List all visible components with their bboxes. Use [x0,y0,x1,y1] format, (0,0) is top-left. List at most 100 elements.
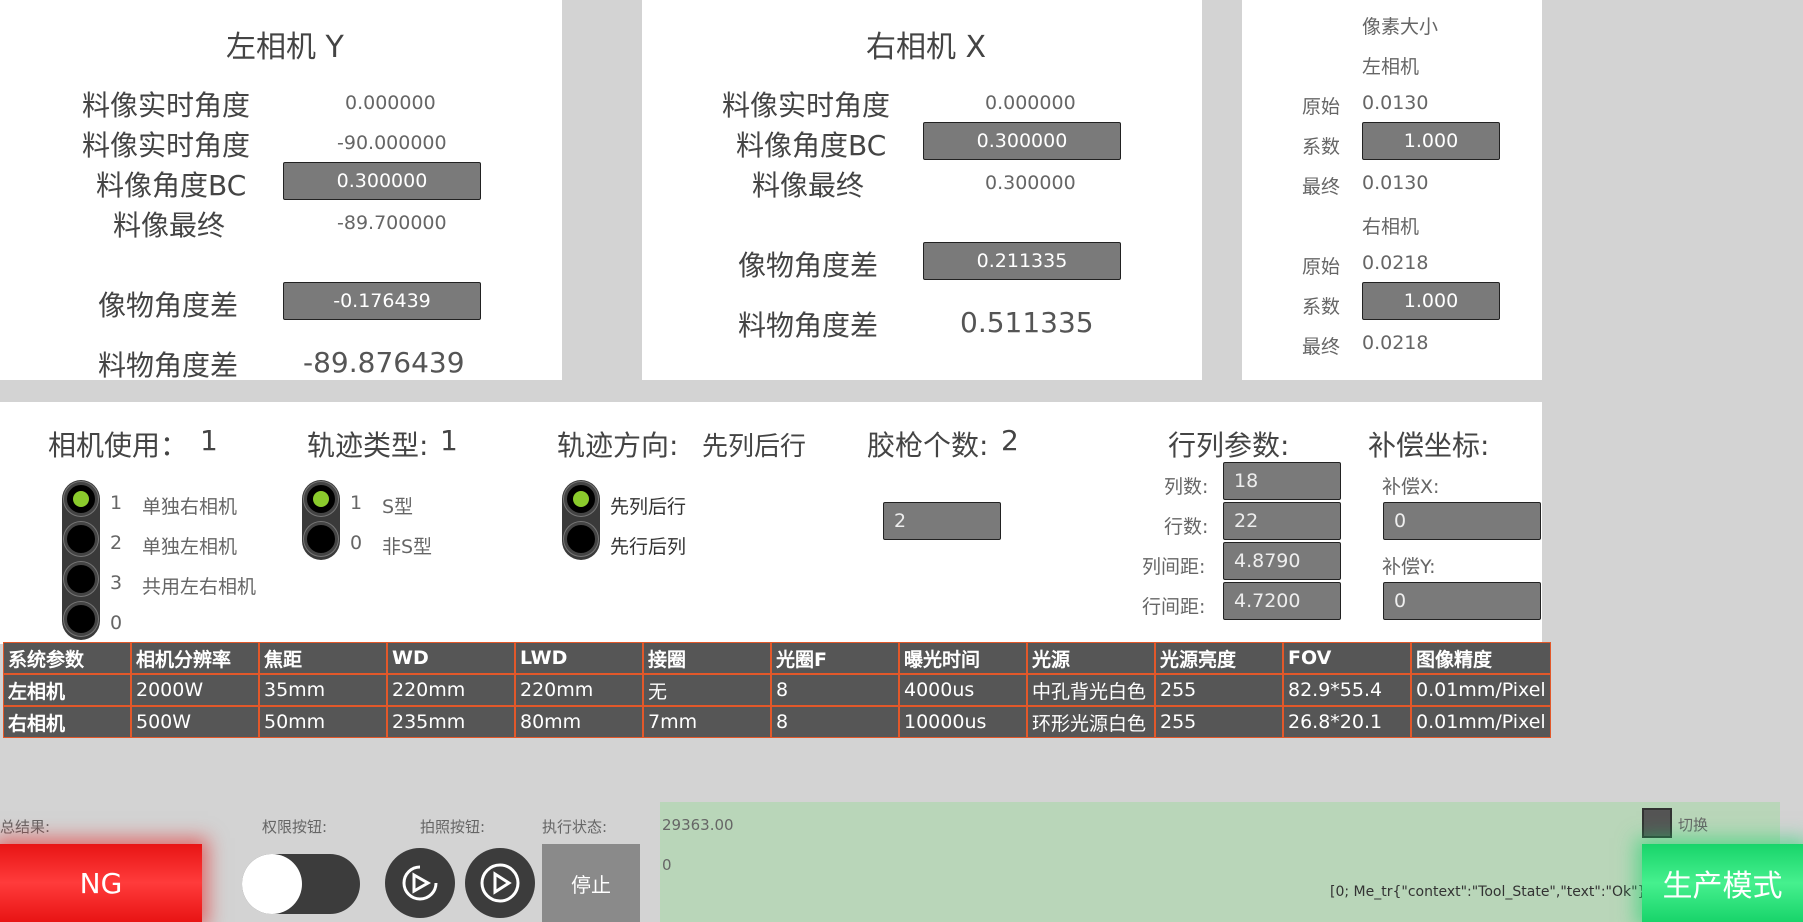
left-angle-bc-input[interactable]: 0.300000 [283,162,481,200]
rows-label: 行数: [1164,516,1209,538]
gun-count-value: 2 [1001,424,1019,457]
table-cell: 4000us [899,674,1027,706]
pixel-size-panel: 像素大小 左相机 原始 0.0130 系数 1.000 最终 0.0130 右相… [1242,0,1542,380]
table-header-cell: 光源 [1027,642,1155,674]
table-row: 右相机 500W 50mm 235mm 80mm 7mm 8 10000us 环形光源白色 255… [3,706,1551,738]
cols-input[interactable]: 18 [1223,462,1341,500]
pixel-right-coef-input[interactable]: 1.000 [1362,282,1500,320]
log-value-1: 29363.00 [662,816,734,834]
table-cell: 220mm [387,674,515,706]
permission-toggle[interactable] [242,854,360,914]
rowcol-title: 行列参数: [1168,429,1290,462]
table-header-cell: LWD [515,642,643,674]
table-cell: 80mm [515,706,643,738]
table-cell: 0.01mm/Pixel [1411,674,1551,706]
table-cell: 50mm [259,706,387,738]
track-dir-value: 先列后行 [702,432,807,462]
perm-label: 权限按钮: [262,818,328,836]
table-header-cell: 接圈 [643,642,771,674]
right-diff-label: 像物角度差 [738,249,879,282]
track-opt-0-text: 非S型 [382,536,433,558]
table-cell: 26.8*20.1 [1283,706,1411,738]
pixel-left-coef-label: 系数 [1302,136,1341,158]
track-dir-label: 轨迹方向: [557,429,679,462]
table-cell: 220mm [515,674,643,706]
result-indicator: NG [0,844,202,922]
table-row: 左相机 2000W 35mm 220mm 220mm 无 8 4000us 中孔背光白色 255 8… [3,674,1551,706]
switch-checkbox[interactable] [1642,808,1672,838]
track-opt-1-text: S型 [382,496,414,518]
camera-opt-3-text: 共用左右相机 [142,576,257,598]
log-message: [0; Me_tr{"context":"Tool_State","text":… [1330,884,1652,900]
log-value-2: 0 [662,856,672,874]
comp-y-label: 补偿Y: [1382,556,1436,578]
table-header-cell: 系统参数 [3,642,131,674]
right-final-label: 料物角度差 [738,309,879,342]
col-gap-input[interactable]: 4.8790 [1223,542,1341,580]
camera-opt-3-num: 3 [110,572,123,594]
table-cell: 环形光源白色 [1027,706,1155,738]
track-opt-0-num: 0 [350,532,363,554]
pixel-left-final-value: 0.0130 [1362,172,1429,194]
table-cell: 500W [131,706,259,738]
table-cell: 7mm [643,706,771,738]
camera-radio-1[interactable] [64,482,98,516]
pixel-left-final-label: 最终 [1302,176,1341,198]
table-header-cell: 光圈F [771,642,899,674]
right-angle-bc-input[interactable]: 0.300000 [923,122,1121,160]
dir-radio-0[interactable] [564,482,598,516]
track-radio-1[interactable] [304,482,338,516]
camera-radio-2[interactable] [64,522,98,556]
right-row-0-label: 料像实时角度 [722,89,891,122]
comp-x-label: 补偿X: [1382,476,1440,498]
table-cell: 255 [1155,706,1283,738]
pixel-right-title: 右相机 [1362,216,1420,238]
continuous-shot-button[interactable] [465,848,535,918]
table-cell: 0.01mm/Pixel [1411,706,1551,738]
gun-count-input[interactable]: 2 [883,502,1001,540]
table-header-cell: 焦距 [259,642,387,674]
table-header-row: 系统参数 相机分辨率 焦距 WD LWD 接圈 光圈F 曝光时间 光源 光源亮度 FOV 图像精度 [3,642,1551,674]
right-row-1-label: 料像角度BC [736,129,887,162]
right-row-0-value: 0.000000 [985,92,1076,114]
play-loop-icon [480,863,520,903]
table-header-cell: FOV [1283,642,1411,674]
camera-opt-1-text: 单独右相机 [142,496,238,518]
table-cell: 左相机 [3,674,131,706]
comp-y-input[interactable]: 0 [1383,582,1541,620]
single-shot-button[interactable] [385,848,455,918]
toggle-knob [242,854,302,914]
dir-radio-1[interactable] [564,522,598,556]
table-cell: 255 [1155,674,1283,706]
gun-count-label: 胶枪个数: [867,429,989,462]
camera-radio-3[interactable] [64,562,98,596]
dir-opt-1-text: 先行后列 [610,536,687,558]
pixel-title: 像素大小 [1362,16,1439,38]
right-diff-input[interactable]: 0.211335 [923,242,1121,280]
pixel-left-coef-input[interactable]: 1.000 [1362,122,1500,160]
camera-opt-1-num: 1 [110,492,123,514]
track-type-value: 1 [440,424,458,457]
stop-button[interactable]: 停止 [542,844,640,922]
bottom-bar: 总结果: NG 权限按钮: 拍照按钮: 执行状态: 停止 29363.00 0 … [0,802,1803,922]
rows-input[interactable]: 22 [1223,502,1341,540]
pixel-left-raw-label: 原始 [1302,96,1341,118]
table-cell: 10000us [899,706,1027,738]
row-gap-input[interactable]: 4.7200 [1223,582,1341,620]
log-area: 29363.00 0 [0; Me_tr{"context":"Tool_Sta… [660,802,1780,922]
system-params-table: 系统参数 相机分辨率 焦距 WD LWD 接圈 光圈F 曝光时间 光源 光源亮度 FOV 图像精度 左… [3,642,1551,738]
exec-label: 执行状态: [542,818,608,836]
comp-x-input[interactable]: 0 [1383,502,1541,540]
camera-radio-0[interactable] [64,602,98,636]
camera-opt-2-text: 单独左相机 [142,536,238,558]
settings-panel: 相机使用： 1 1 单独右相机 2 单独左相机 3 共用左右相机 0 轨迹类型:… [0,402,1542,644]
track-radio-0[interactable] [304,522,338,556]
comp-title: 补偿坐标: [1368,429,1490,462]
left-diff-input[interactable]: -0.176439 [283,282,481,320]
production-mode-button[interactable]: 生产模式 [1642,844,1803,922]
left-diff-label: 像物角度差 [98,289,239,322]
result-label: 总结果: [0,818,51,836]
right-row-2-value: 0.300000 [985,172,1076,194]
table-cell: 中孔背光白色 [1027,674,1155,706]
table-header-cell: 光源亮度 [1155,642,1283,674]
